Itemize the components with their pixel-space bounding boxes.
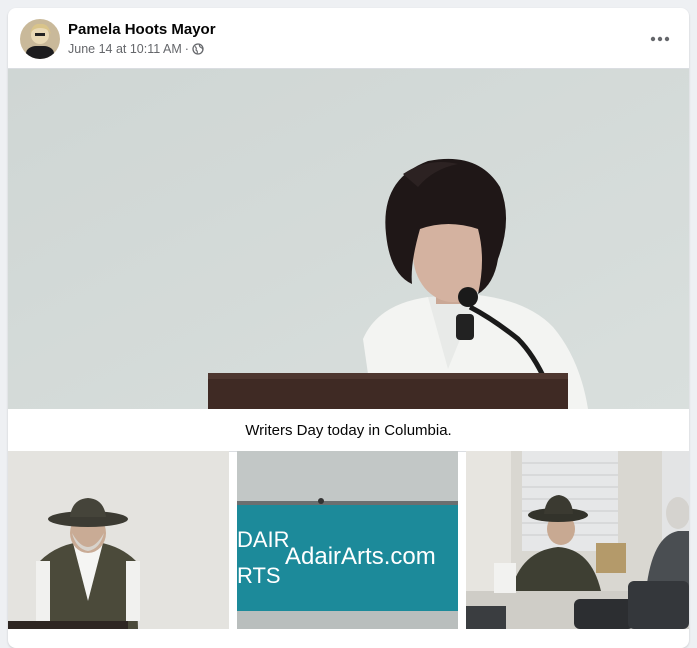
post-timestamp[interactable]: June 14 at 10:11 AM — [68, 42, 182, 56]
banner-site-text: AdairArts.com — [285, 543, 436, 570]
author-name[interactable]: Pamela Hoots Mayor — [68, 21, 216, 38]
banner-text-left-1: DAIR — [237, 527, 290, 552]
banner-text-left-2: RTS — [237, 563, 281, 588]
photo-thumbnail-audience[interactable] — [466, 451, 689, 629]
globe-icon[interactable] — [192, 43, 204, 55]
author-avatar[interactable] — [20, 19, 60, 59]
post-header: Pamela Hoots Mayor June 14 at 10:11 AM · — [8, 8, 689, 68]
photo-thumbnail-speaker[interactable] — [8, 451, 229, 629]
more-options-icon[interactable] — [643, 22, 677, 56]
main-photo[interactable] — [8, 68, 689, 409]
meta-separator: · — [184, 42, 189, 56]
post-card: Pamela Hoots Mayor June 14 at 10:11 AM · — [8, 8, 689, 648]
post-meta: June 14 at 10:11 AM · — [68, 42, 204, 56]
photo-thumbnail-banner[interactable]: DAIR RTS AdairArts.com — [237, 451, 458, 629]
post-caption: Writers Day today in Columbia. — [8, 409, 689, 452]
